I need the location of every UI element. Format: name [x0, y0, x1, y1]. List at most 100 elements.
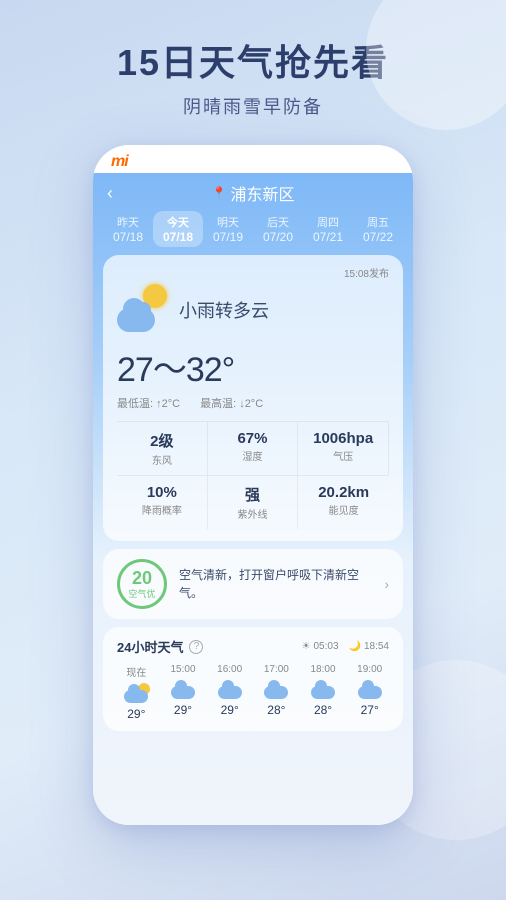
hourly-icon-19 [356, 679, 384, 699]
publish-time: 15:08发布 [117, 265, 389, 280]
hourly-icon-16 [216, 679, 244, 699]
weather-description: 小雨转多云 [179, 297, 269, 323]
stat-rain-prob: 10% 降雨概率 [117, 475, 208, 529]
tab-yesterday-name: 昨天 [103, 214, 153, 230]
stat-uv-value: 强 [212, 484, 294, 505]
high-compare: 最高温: ↓2°C [200, 395, 263, 411]
stat-uv-label: 紫外线 [212, 506, 294, 521]
hourly-list: 现在 29° 15:00 29° 16:00 [117, 664, 389, 721]
hourly-title: 24小时天气 [117, 637, 183, 656]
phone-notch [223, 145, 283, 159]
sunset-time: 🌙 18:54 [349, 641, 389, 652]
hourly-item-17: 17:00 28° [257, 664, 296, 721]
mini-cloud-icon [124, 690, 148, 703]
aqi-number: 20 [132, 569, 152, 587]
hourly-help-icon[interactable]: ? [189, 640, 203, 654]
air-card-arrow-icon: › [384, 576, 389, 592]
hourly-icon-18 [309, 679, 337, 699]
stat-humidity-label: 湿度 [212, 448, 294, 463]
hourly-header: 24小时天气 ? ☀ 05:03 🌙 18:54 [117, 637, 389, 656]
stat-wind-value: 2级 [121, 430, 203, 451]
tab-today[interactable]: 今天 07/18 [153, 211, 203, 247]
low-compare: 最低温: ↑2°C [117, 395, 180, 411]
sunrise-value: 05:03 [313, 641, 338, 652]
hourly-time-16: 16:00 [210, 664, 249, 675]
location-name: 浦东新区 [230, 181, 294, 205]
stat-wind: 2级 东风 [117, 422, 208, 475]
air-desc: 空气清新，打开窗户呼吸下清新空气。 [179, 568, 359, 600]
stat-humidity: 67% 湿度 [208, 422, 299, 475]
hourly-temp-15: 29° [164, 703, 203, 717]
stat-visibility-label: 能见度 [302, 502, 385, 517]
hourly-icon-now [122, 683, 150, 703]
air-description-text: 空气清新，打开窗户呼吸下清新空气。 [179, 566, 372, 602]
temperature-range: 27～32° [117, 342, 389, 391]
tab-tomorrow[interactable]: 明天 07/19 [203, 211, 253, 247]
stat-visibility-value: 20.2km [302, 484, 385, 501]
tab-thu-date: 07/21 [303, 230, 353, 244]
tab-thu-name: 周四 [303, 214, 353, 230]
stat-rain-prob-label: 降雨概率 [121, 502, 203, 517]
stat-visibility: 20.2km 能见度 [298, 475, 389, 529]
stat-pressure-label: 气压 [302, 448, 384, 463]
tab-yesterday[interactable]: 昨天 07/18 [103, 211, 153, 247]
stat-wind-label: 东风 [121, 452, 203, 467]
hourly-temp-now: 29° [117, 707, 156, 721]
tab-fri[interactable]: 周五 07/22 [353, 211, 403, 247]
hourly-temp-17: 28° [257, 703, 296, 717]
hourly-temp-16: 29° [210, 703, 249, 717]
cloud-icon [117, 308, 155, 332]
back-button[interactable]: ‹ [107, 183, 113, 204]
hourly-item-now: 现在 29° [117, 664, 156, 721]
sunrise-icon: ☀ [302, 641, 311, 652]
hourly-temp-19: 27° [350, 703, 389, 717]
tab-tomorrow-date: 07/19 [203, 230, 253, 244]
phone-status-bar: mi [93, 145, 413, 173]
mini-cloud-icon-18 [311, 686, 335, 699]
tab-day-after-date: 07/20 [253, 230, 303, 244]
hourly-title-row: 24小时天气 ? [117, 637, 203, 656]
weather-card: 15:08发布 小雨转多云 27～32° 最低温: ↑2°C 最高温: ↓2°C… [103, 255, 403, 541]
app-content: ‹ 📍 浦东新区 昨天 07/18 今天 07/18 明天 07/19 后天 0 [93, 173, 413, 825]
tab-fri-name: 周五 [353, 214, 403, 230]
mi-logo: mi [111, 153, 128, 171]
hourly-weather-card: 24小时天气 ? ☀ 05:03 🌙 18:54 现在 [103, 627, 403, 731]
tab-fri-date: 07/22 [353, 230, 403, 244]
hourly-item-15: 15:00 29° [164, 664, 203, 721]
sunset-value: 18:54 [364, 641, 389, 652]
tab-today-name: 今天 [153, 214, 203, 230]
hourly-item-19: 19:00 27° [350, 664, 389, 721]
location-pin-icon: 📍 [212, 186, 227, 200]
sunrise-sunset: ☀ 05:03 🌙 18:54 [302, 641, 389, 652]
hourly-item-18: 18:00 28° [304, 664, 343, 721]
tab-thu[interactable]: 周四 07/21 [303, 211, 353, 247]
app-header: ‹ 📍 浦东新区 [93, 173, 413, 211]
stat-uv: 强 紫外线 [208, 475, 299, 529]
air-quality-card[interactable]: 20 空气优 空气清新，打开窗户呼吸下清新空气。 › [103, 549, 403, 619]
stat-pressure-value: 1006hpa [302, 430, 384, 447]
hourly-time-now: 现在 [117, 664, 156, 679]
weather-main: 小雨转多云 [117, 284, 389, 336]
mini-cloud-icon-17 [264, 686, 288, 699]
tab-day-after-name: 后天 [253, 214, 303, 230]
weather-icon-large [117, 284, 169, 336]
stat-rain-prob-value: 10% [121, 484, 203, 501]
tab-today-date: 07/18 [153, 230, 203, 244]
hourly-icon-17 [262, 679, 290, 699]
temp-compare: 最低温: ↑2°C 最高温: ↓2°C [117, 395, 389, 411]
sunset-icon: 🌙 [349, 641, 361, 652]
mini-cloud-icon-16 [218, 686, 242, 699]
hourly-time-18: 18:00 [304, 664, 343, 675]
hourly-time-15: 15:00 [164, 664, 203, 675]
hourly-item-16: 16:00 29° [210, 664, 249, 721]
hourly-icon-15 [169, 679, 197, 699]
mini-cloud-icon-19 [358, 686, 382, 699]
sunrise-time: ☀ 05:03 [302, 641, 339, 652]
location-area[interactable]: 📍 浦东新区 [212, 181, 295, 205]
tab-day-after[interactable]: 后天 07/20 [253, 211, 303, 247]
hourly-time-17: 17:00 [257, 664, 296, 675]
hourly-temp-18: 28° [304, 703, 343, 717]
stat-pressure: 1006hpa 气压 [298, 422, 389, 475]
weather-stats-grid: 2级 东风 67% 湿度 1006hpa 气压 10% 降雨概率 强 紫外线 [117, 421, 389, 529]
aqi-circle: 20 空气优 [117, 559, 167, 609]
